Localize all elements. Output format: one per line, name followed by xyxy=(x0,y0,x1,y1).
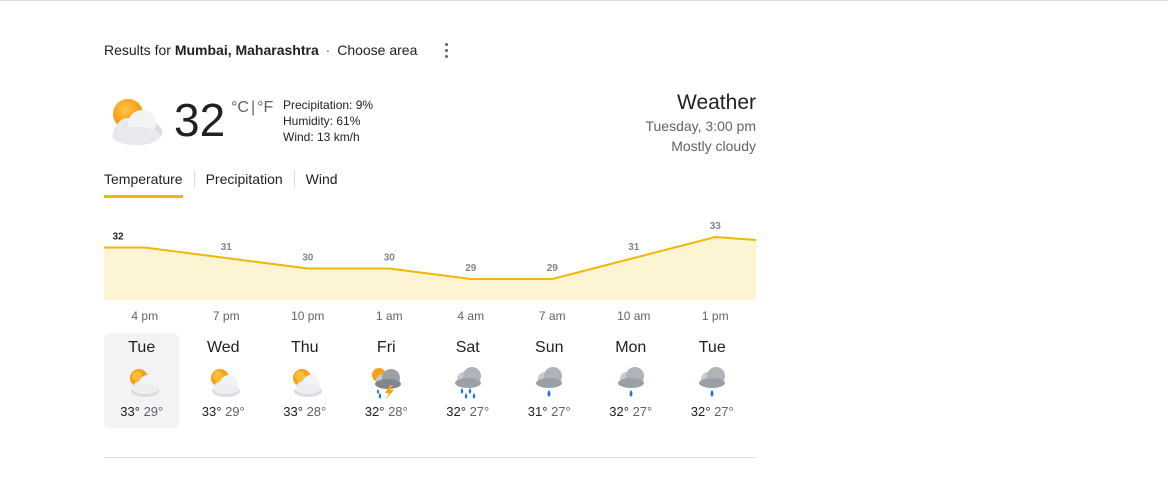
temperature-label: 31 xyxy=(221,242,233,253)
partly-cloudy-icon xyxy=(292,369,322,397)
forecast-day-3[interactable]: Fri 32° 28° xyxy=(349,333,424,428)
more-options-icon[interactable] xyxy=(440,40,452,60)
weather-summary: Weather Tuesday, 3:00 pm Mostly cloudy xyxy=(645,90,756,156)
day-temperatures: 33° 28° xyxy=(267,404,342,419)
celsius-unit[interactable]: °C xyxy=(231,99,249,116)
unit-separator: | xyxy=(250,99,256,116)
heavy-rain-icon xyxy=(454,367,481,399)
bottom-divider xyxy=(104,457,756,458)
day-name: Sun xyxy=(535,339,564,356)
partly-cloudy-icon xyxy=(104,92,164,152)
current-temperature: 32 xyxy=(174,94,226,146)
unit-toggle: °C | °F xyxy=(231,99,273,117)
choose-area-link[interactable]: Choose area xyxy=(337,42,417,58)
day-name: Thu xyxy=(290,339,319,356)
thunderstorm-icon xyxy=(372,368,402,399)
day-name: Mon xyxy=(615,339,647,356)
temperature-label: 29 xyxy=(547,263,559,274)
day-low: 29° xyxy=(225,404,245,419)
day-temperatures: 33° 29° xyxy=(104,404,179,419)
results-prefix: Results for xyxy=(104,42,171,58)
day-temperatures: 32° 28° xyxy=(349,404,424,419)
hour-label: 10 pm xyxy=(291,309,325,323)
humidity-text: Humidity: 61% xyxy=(283,114,361,128)
day-low: 27° xyxy=(714,404,734,419)
hour-label: 4 am xyxy=(457,309,485,323)
day-low: 27° xyxy=(469,404,490,419)
forecast-day-2[interactable]: Thu 33° 28° xyxy=(267,333,342,428)
hour-label: 4 pm xyxy=(131,309,159,323)
forecast-day-7[interactable]: Tue 32° 27° xyxy=(675,333,750,428)
tab-temperature[interactable]: Temperature xyxy=(104,168,183,198)
day-high: 32° xyxy=(364,404,385,419)
partly-cloudy-icon xyxy=(129,369,159,397)
weather-condition: Mostly cloudy xyxy=(671,138,756,154)
forecast-day-5[interactable]: Sun 31° 27° xyxy=(512,333,587,428)
day-high: 31° xyxy=(527,404,548,419)
tab-wind[interactable]: Wind xyxy=(306,168,338,195)
hour-axis: 4 pm 7 pm 10 pm 1 am 4 am 7 am 10 am 1 pm xyxy=(104,309,756,325)
location-name: Mumbai, Maharashtra xyxy=(174,42,319,58)
hour-label: 1 pm xyxy=(701,309,729,323)
top-divider xyxy=(0,0,1168,1)
day-high: 33° xyxy=(120,404,140,419)
day-temperatures: 32° 27° xyxy=(430,404,505,419)
day-name: Tue xyxy=(698,339,726,356)
day-name: Fri xyxy=(376,339,396,356)
day-high: 32° xyxy=(609,404,629,419)
day-temperatures: 31° 27° xyxy=(512,404,587,419)
tab-precipitation[interactable]: Precipitation xyxy=(206,168,283,195)
daily-forecast: Tue 33° 29° Wed 33° 29° Thu 33° 28° Fri 32° 28°… xyxy=(104,333,756,428)
day-high: 32° xyxy=(446,404,466,419)
day-temperatures: 32° 27° xyxy=(675,404,750,419)
day-name: Sat xyxy=(455,339,480,356)
results-separator: · xyxy=(325,42,331,58)
day-low: 28° xyxy=(388,404,408,419)
day-name: Tue xyxy=(128,339,156,356)
hour-label: 1 am xyxy=(375,309,403,323)
tab-divider xyxy=(293,170,295,188)
wind-text: Wind: 13 km/h xyxy=(283,130,360,144)
temperature-label: 31 xyxy=(628,242,640,253)
precipitation-text: Precipitation: 9% xyxy=(283,98,374,112)
hour-label: 7 pm xyxy=(212,309,240,323)
temperature-chart: 32 31 30 30 29 29 31 33 xyxy=(104,221,756,300)
weather-title: Weather xyxy=(677,91,756,114)
day-low: 29° xyxy=(143,404,164,419)
forecast-day-6[interactable]: Mon 32° 27° xyxy=(593,333,668,428)
partly-cloudy-icon xyxy=(211,369,241,397)
fahrenheit-unit[interactable]: °F xyxy=(257,99,273,116)
day-high: 32° xyxy=(690,404,711,419)
day-low: 27° xyxy=(632,404,653,419)
day-high: 33° xyxy=(283,404,303,419)
chart-tabs: Temperature Precipitation Wind xyxy=(104,168,338,198)
tab-divider xyxy=(193,170,195,188)
temperature-label: 32 xyxy=(112,232,124,243)
weather-datetime: Tuesday, 3:00 pm xyxy=(645,118,756,134)
day-high: 33° xyxy=(201,404,222,419)
rain-icon xyxy=(617,367,644,397)
day-name: Wed xyxy=(206,339,240,356)
forecast-day-0[interactable]: Tue 33° 29° xyxy=(104,333,180,428)
forecast-day-1[interactable]: Wed 33° 29° xyxy=(186,333,261,428)
rain-icon xyxy=(536,367,563,397)
results-header: Results for Mumbai, Maharashtra · Choose… xyxy=(104,42,417,58)
day-temperatures: 32° 27° xyxy=(593,404,668,419)
current-details: Precipitation: 9% Humidity: 61% Wind: 13… xyxy=(283,97,373,145)
temperature-label: 33 xyxy=(710,221,722,232)
hour-label: 7 am xyxy=(538,309,566,323)
day-low: 28° xyxy=(306,404,327,419)
hour-label: 10 am xyxy=(617,309,651,323)
temperature-label: 30 xyxy=(302,253,314,264)
forecast-day-4[interactable]: Sat 32° 27° xyxy=(430,333,505,428)
temperature-area xyxy=(104,237,756,300)
day-low: 27° xyxy=(551,404,571,419)
temperature-label: 29 xyxy=(465,263,477,274)
rain-icon xyxy=(699,367,726,397)
temperature-label: 30 xyxy=(384,253,396,264)
day-temperatures: 33° 29° xyxy=(186,404,261,419)
